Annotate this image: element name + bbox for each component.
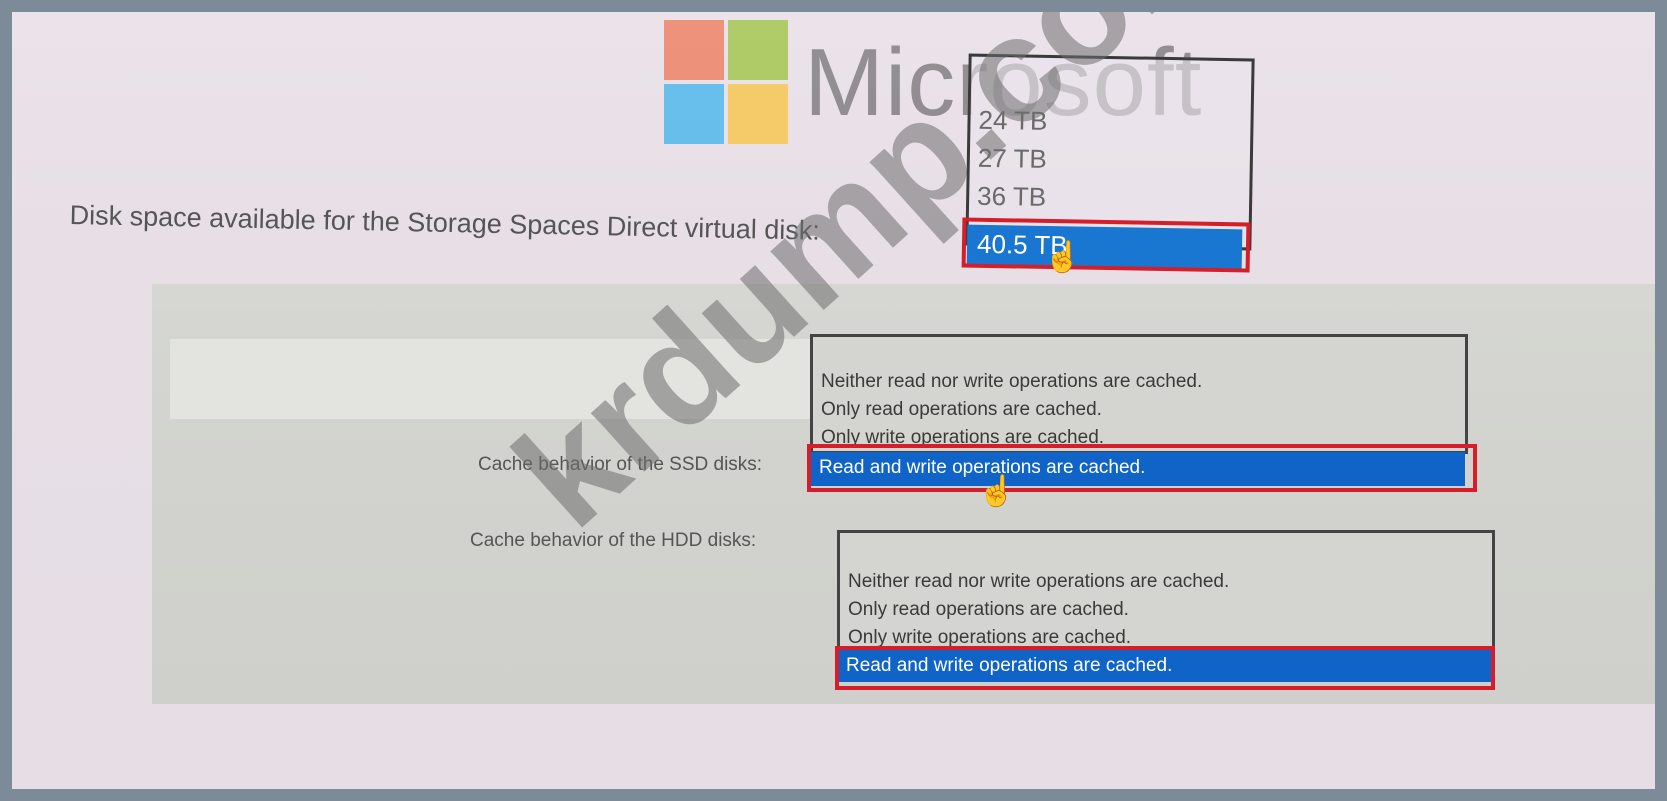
hdd-option-neither[interactable]: Neither read nor write operations are ca… [848,571,1229,593]
hdd-option-read[interactable]: Only read operations are cached. [848,599,1129,621]
disk-answer-highlight [961,217,1251,273]
ssd-option-neither[interactable]: Neither read nor write operations are ca… [821,371,1202,393]
logo-green-square [728,20,788,80]
ssd-answer-highlight [807,444,1477,492]
ssd-cache-listbox[interactable]: Neither read nor write operations are ca… [810,334,1468,454]
logo-blue-square [664,84,724,144]
ssd-option-read[interactable]: Only read operations are cached. [821,399,1102,421]
logo-red-square [664,20,724,80]
hand-cursor-icon: ☝ [1044,241,1082,274]
cache-question-panel: Cache behavior of the SSD disks: Neither… [152,284,1655,704]
mouse-pointer-icon: ☝ [978,475,1016,508]
answer-area: Microsoft Disk space available for the S… [12,12,1655,789]
hdd-answer-highlight [835,646,1495,690]
logo-yellow-square [728,84,788,144]
